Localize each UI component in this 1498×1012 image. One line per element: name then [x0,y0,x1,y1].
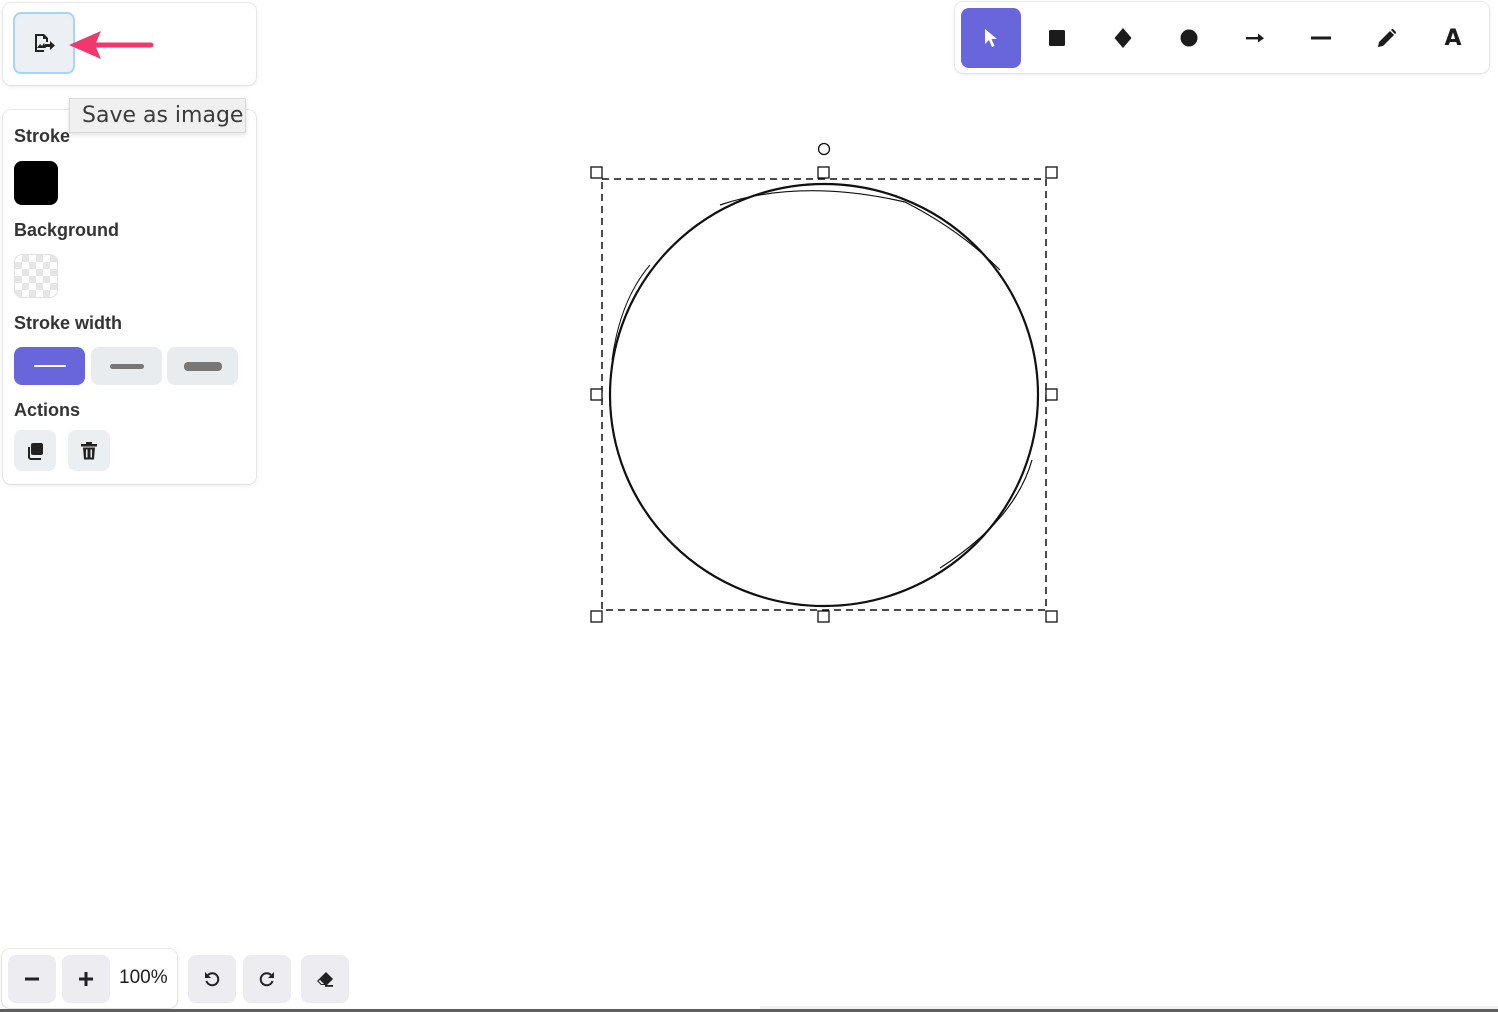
pencil-icon [1378,29,1396,47]
text-icon: A [1444,25,1462,51]
minus-icon [25,977,39,981]
pointer-icon [985,29,997,47]
tool-draw[interactable] [1357,8,1417,68]
square-icon [1049,30,1065,46]
circle-shape[interactable] [608,182,1040,608]
medium-line-icon [109,363,144,369]
export-image-icon [35,34,55,52]
undo-icon [205,972,220,987]
tool-arrow[interactable] [1225,8,1285,68]
handle-left[interactable] [590,388,603,401]
actions-label: Actions [14,400,81,420]
clear-canvas-button[interactable] [301,955,349,1003]
tool-rectangle[interactable] [1027,8,1087,68]
handle-bottom-left[interactable] [590,610,603,623]
handle-right[interactable] [1045,388,1058,401]
diamond-icon [1114,28,1132,48]
redo-icon [259,972,274,987]
annotation-arrow [69,31,154,59]
circle-icon [1180,29,1198,47]
export-panel [3,3,256,85]
properties-panel: Stroke Background Stroke width Actions [3,110,256,484]
thick-line-icon [183,361,222,371]
rotation-handle[interactable] [817,142,831,156]
duplicate-icon [28,442,43,460]
background-label: Background [14,220,120,240]
eraser-icon [317,972,333,987]
tool-select[interactable] [961,8,1021,68]
stroke-color-swatch[interactable] [14,161,58,205]
handle-top[interactable] [817,166,830,179]
handle-bottom[interactable] [817,610,830,623]
trash-icon [81,441,97,459]
zoom-in-button[interactable] [62,955,110,1003]
redo-button[interactable] [243,955,291,1003]
delete-button[interactable] [68,430,110,471]
tool-line[interactable] [1291,8,1351,68]
stroke-width-thin-button[interactable] [14,347,85,385]
stroke-width-medium-button[interactable] [91,347,162,385]
stroke-width-thick-button[interactable] [167,347,238,385]
tooltip: Save as image [69,98,246,133]
resize-handles[interactable] [590,142,1058,623]
background-color-swatch[interactable] [14,254,58,298]
tool-diamond[interactable] [1093,8,1153,68]
handle-top-right[interactable] [1045,166,1058,179]
handle-top-left[interactable] [590,166,603,179]
handle-bottom-right[interactable] [1045,610,1058,623]
tool-ellipse[interactable] [1159,8,1219,68]
stroke-width-label: Stroke width [14,313,123,333]
tool-text[interactable]: A [1423,8,1483,68]
duplicate-button[interactable] [14,430,56,471]
selection-box [601,178,1047,611]
shape-toolbar: A [955,2,1489,73]
plus-icon [79,972,93,986]
zoom-level: 100% [119,967,168,988]
undo-button[interactable] [188,955,236,1003]
stroke-label: Stroke [14,126,71,146]
zoom-controls: 100% [2,949,177,1008]
line-icon [1311,36,1331,40]
arrow-icon [1246,33,1264,43]
thin-line-icon [33,365,66,367]
zoom-out-button[interactable] [8,955,56,1003]
